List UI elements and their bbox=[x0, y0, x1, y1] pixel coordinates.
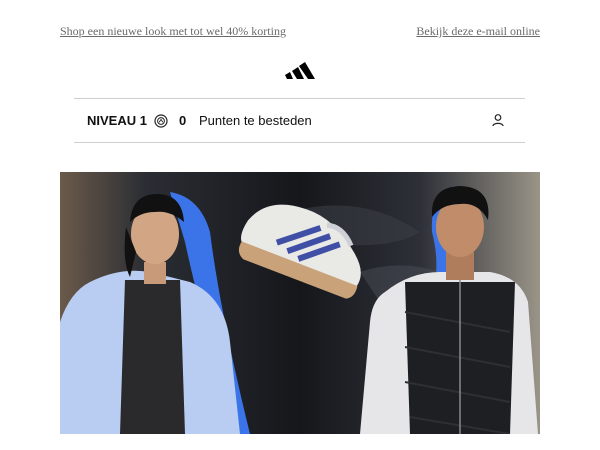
points-label: Punten te besteden bbox=[199, 113, 312, 128]
loyalty-level: NIVEAU 1 bbox=[87, 113, 147, 128]
promo-link[interactable]: Shop een nieuwe look met tot wel 40% kor… bbox=[60, 24, 286, 39]
points-value: 0 bbox=[179, 113, 187, 128]
adidas-logo-icon[interactable] bbox=[285, 59, 315, 79]
divider-top bbox=[74, 98, 525, 99]
hero-banner-image[interactable] bbox=[60, 172, 540, 434]
divider-bottom bbox=[74, 142, 525, 143]
points-coin-icon bbox=[154, 114, 168, 128]
user-icon[interactable] bbox=[491, 113, 505, 127]
view-online-link[interactable]: Bekijk deze e-mail online bbox=[416, 24, 540, 39]
